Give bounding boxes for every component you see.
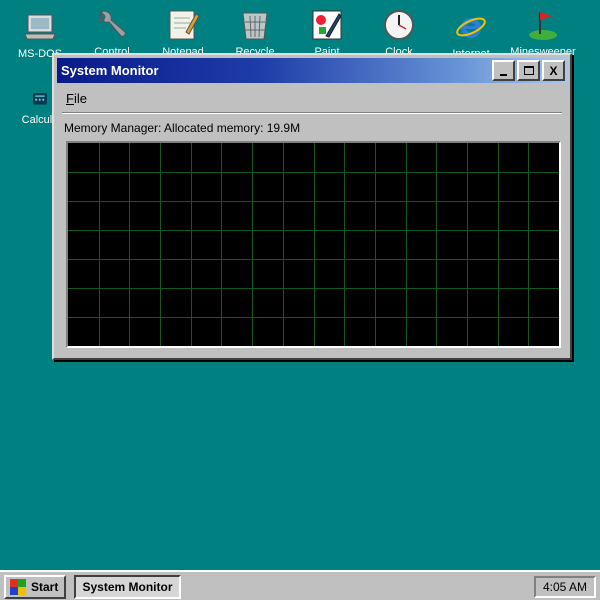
window-controls: X xyxy=(492,60,565,81)
notepad-icon xyxy=(169,10,200,40)
recycle-bin-icon xyxy=(242,12,268,40)
taskbar-clock: 4:05 AM xyxy=(534,576,596,598)
menu-file-label: ile xyxy=(73,91,87,106)
maximize-button[interactable] xyxy=(517,60,540,81)
window-title: System Monitor xyxy=(61,63,159,78)
system-monitor-window[interactable]: System Monitor X File Memory Manager: Al… xyxy=(52,53,572,360)
memory-graph-grid xyxy=(68,143,559,346)
desktop-icon-clock[interactable]: Clock xyxy=(364,8,434,58)
maximize-icon xyxy=(523,66,534,75)
desktop-icon-minesweeper[interactable]: Minesweeper xyxy=(508,8,578,58)
minimize-icon xyxy=(500,73,507,76)
desktop-icon-notepad[interactable]: Notepad xyxy=(148,8,218,58)
computer-icon xyxy=(24,14,56,40)
window-titlebar[interactable]: System Monitor X xyxy=(57,58,567,83)
desktop-icon-paint[interactable]: Paint xyxy=(292,8,362,58)
close-icon: X xyxy=(549,63,558,78)
taskbar-item-label: System Monitor xyxy=(82,580,173,594)
windows-logo-icon xyxy=(10,579,26,595)
taskbar-item-system-monitor[interactable]: System Monitor xyxy=(74,575,181,599)
taskbar: Start System Monitor 4:05 AM xyxy=(0,570,600,600)
close-button[interactable]: X xyxy=(542,60,565,81)
menu-file-accelerator: F xyxy=(66,91,74,106)
start-label: Start xyxy=(31,580,59,594)
start-button[interactable]: Start xyxy=(4,575,66,599)
paint-icon xyxy=(312,10,342,40)
clock-icon xyxy=(384,10,414,40)
internet-explorer-icon xyxy=(456,17,486,38)
calculator-icon xyxy=(33,93,47,105)
menu-separator xyxy=(62,112,562,114)
desktop-icon-control[interactable]: Control xyxy=(77,8,147,58)
menu-file[interactable]: File xyxy=(66,91,87,106)
clock-text: 4:05 AM xyxy=(542,580,588,594)
wrench-icon xyxy=(99,10,126,37)
minimize-button[interactable] xyxy=(492,60,515,81)
memory-graph xyxy=(66,141,561,348)
desktop-icon-recycle[interactable]: Recycle xyxy=(220,8,290,58)
memory-status-text: Memory Manager: Allocated memory: 19.9M xyxy=(64,121,301,135)
menu-bar: File xyxy=(66,91,87,106)
minesweeper-flag-icon xyxy=(529,12,557,40)
